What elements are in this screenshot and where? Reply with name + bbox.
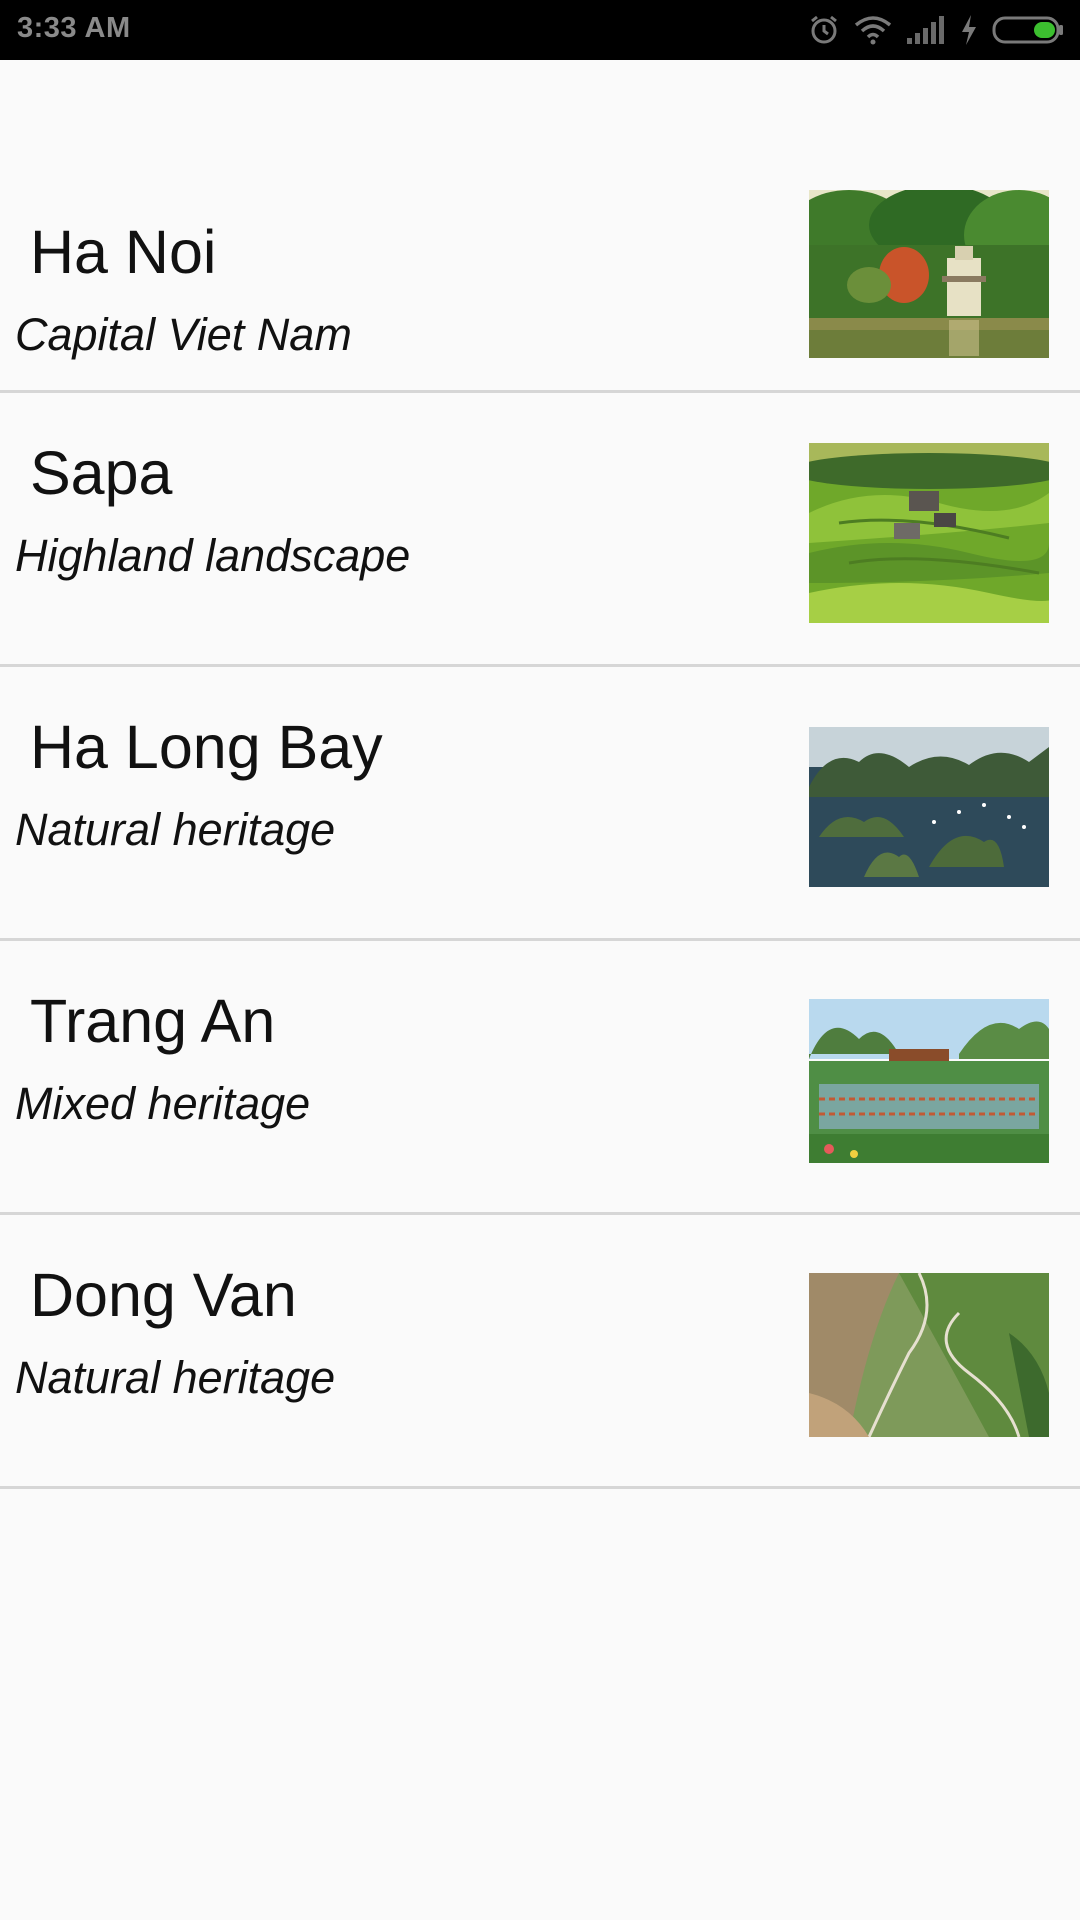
- status-time: 3:33 AM: [17, 12, 131, 44]
- list-item-dong-van[interactable]: Dong Van Natural heritage: [0, 1215, 1080, 1489]
- place-title: Dong Van: [30, 1261, 297, 1329]
- place-image: [809, 1273, 1049, 1437]
- place-title: Ha Long Bay: [30, 713, 383, 781]
- place-subtitle: Natural heritage: [15, 804, 336, 855]
- place-image: [809, 999, 1049, 1163]
- places-list: Ha Noi Capital Viet Nam Sapa Highland la…: [0, 60, 1080, 1489]
- place-image: [809, 190, 1049, 358]
- status-icons: [808, 12, 1064, 48]
- place-image: [809, 443, 1049, 623]
- list-item-ha-noi[interactable]: Ha Noi Capital Viet Nam: [0, 120, 1080, 393]
- wifi-icon: [854, 15, 892, 45]
- status-bar: 3:33 AM: [0, 0, 1080, 60]
- battery-icon: [992, 15, 1064, 45]
- place-subtitle: Mixed heritage: [15, 1078, 311, 1129]
- charging-icon: [960, 15, 978, 45]
- place-title: Trang An: [30, 987, 276, 1055]
- place-subtitle: Highland landscape: [15, 530, 411, 581]
- place-image: [809, 727, 1049, 887]
- place-subtitle: Natural heritage: [15, 1352, 336, 1403]
- list-item-sapa[interactable]: Sapa Highland landscape: [0, 393, 1080, 667]
- place-title: Ha Noi: [30, 218, 217, 286]
- list-item-ha-long-bay[interactable]: Ha Long Bay Natural heritage: [0, 667, 1080, 941]
- signal-icon: [906, 16, 946, 44]
- place-title: Sapa: [30, 439, 173, 507]
- alarm-icon: [808, 14, 840, 46]
- list-item-trang-an[interactable]: Trang An Mixed heritage: [0, 941, 1080, 1215]
- place-subtitle: Capital Viet Nam: [15, 309, 352, 360]
